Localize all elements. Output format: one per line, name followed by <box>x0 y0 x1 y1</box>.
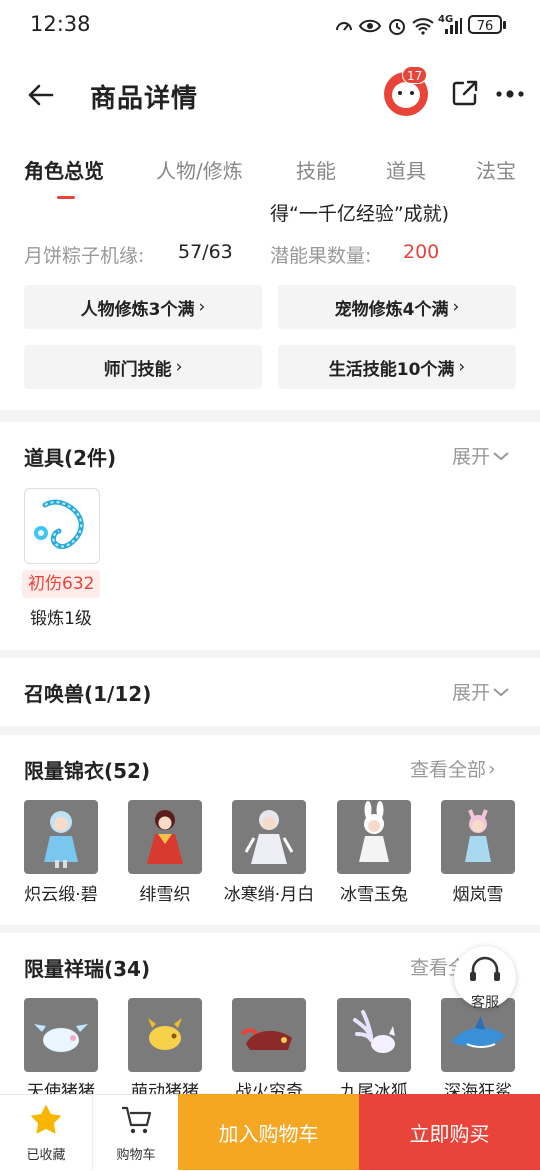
more-icon[interactable] <box>494 84 526 104</box>
items-section-title: 道具(2件) <box>24 446 117 470</box>
avatar-eye <box>410 91 414 95</box>
chevron-right-icon: › <box>452 297 460 317</box>
mooncake-label: 月饼粽子机缘: <box>24 245 145 267</box>
costume-thumbnail[interactable] <box>232 800 306 874</box>
cart-icon <box>122 1106 152 1134</box>
wifi-icon <box>412 16 434 36</box>
back-arrow-icon[interactable] <box>24 78 58 112</box>
share-icon[interactable] <box>450 78 480 108</box>
life-skills-button[interactable]: 生活技能10个满 › <box>278 345 516 389</box>
costume-thumbnail[interactable] <box>441 800 515 874</box>
speed-icon <box>333 16 355 36</box>
items-expand-label: 展开 <box>452 446 491 468</box>
cart-label: 购物车 <box>116 1148 156 1163</box>
costume-thumbnail[interactable] <box>24 800 98 874</box>
chevron-right-icon: › <box>458 357 466 377</box>
chevron-right-icon: › <box>175 357 183 377</box>
mount-thumbnail[interactable] <box>128 998 202 1072</box>
auspicious-section-title: 限量祥瑞(34) <box>24 957 151 981</box>
costume-figure-icon <box>465 809 491 862</box>
costume-label: 冰雪玉兔 <box>340 885 408 905</box>
cart-button[interactable]: 购物车 <box>92 1094 179 1170</box>
character-cultivation-button[interactable]: 人物修炼3个满 › <box>24 285 262 329</box>
tab-active-indicator <box>57 196 75 199</box>
battery-tip <box>503 21 506 29</box>
pet-cultivation-label: 宠物修炼4个满 <box>334 299 449 320</box>
item-label: 锻炼1级 <box>30 609 92 629</box>
costume-label: 烟岚雪 <box>452 885 504 905</box>
mooncake-value: 57/63 <box>178 241 233 263</box>
star-icon <box>31 1105 61 1134</box>
avatar-eye <box>398 91 402 95</box>
chevron-right-icon: › <box>198 297 206 317</box>
summon-section-title: 召唤兽(1/12) <box>24 682 152 706</box>
customer-service-label: 客服 <box>471 995 499 1011</box>
costume-thumbnail[interactable] <box>337 800 411 874</box>
beast-mount-icon <box>240 1028 292 1050</box>
chevron-down-icon <box>493 687 509 696</box>
mount-thumbnail[interactable] <box>337 998 411 1072</box>
mount-thumbnail[interactable] <box>24 998 98 1072</box>
summon-expand-label: 展开 <box>452 682 491 704</box>
add-to-cart-label: 加入购物车 <box>218 1121 319 1146</box>
pet-cultivation-button[interactable]: 宠物修炼4个满 › <box>278 285 516 329</box>
page-title: 商品详情 <box>90 84 199 114</box>
item-damage-badge: 初伤632 <box>22 570 101 598</box>
achievement-text: 得“一千亿经验”成就) <box>270 203 450 225</box>
summon-expand-button[interactable]: 展开 <box>452 678 510 705</box>
costume-label: 炽云缎·碧 <box>24 885 98 905</box>
costume-label: 绯雪织 <box>139 885 191 905</box>
tab-character-cultivation[interactable]: 人物/修炼 <box>156 155 243 184</box>
potential-label: 潜能果数量: <box>270 245 372 267</box>
potential-value: 200 <box>403 241 440 263</box>
chevron-down-icon <box>493 451 509 460</box>
tab-items[interactable]: 道具 <box>386 155 426 184</box>
avatar-face <box>392 82 420 108</box>
costume-figure-icon <box>359 801 389 862</box>
mount-thumbnail[interactable] <box>232 998 306 1072</box>
favorite-button[interactable]: 已收藏 <box>0 1094 92 1170</box>
costume-view-all-button[interactable]: 查看全部 › <box>410 755 496 782</box>
school-skills-button[interactable]: 师门技能 › <box>24 345 262 389</box>
life-skills-label: 生活技能10个满 <box>328 359 455 380</box>
costume-label: 冰寒绡·月白 <box>223 885 315 905</box>
item-thumbnail[interactable] <box>24 488 100 564</box>
tab-overview[interactable]: 角色总览 <box>24 155 104 184</box>
fox-mount-icon <box>353 1010 395 1053</box>
notification-badge: 17 <box>402 66 428 84</box>
signal-icon <box>442 16 464 36</box>
character-cultivation-label: 人物修炼3个满 <box>80 299 195 320</box>
battery-indicator: 76 <box>468 15 502 34</box>
costume-figure-icon <box>244 810 294 864</box>
costume-figure-icon <box>44 811 78 868</box>
status-time: 12:38 <box>30 12 91 36</box>
pig-mount-icon <box>34 1024 88 1052</box>
chevron-right-icon: › <box>488 757 496 780</box>
add-to-cart-button[interactable]: 加入购物车 <box>178 1094 359 1170</box>
costume-section-title: 限量锦衣(52) <box>24 759 151 783</box>
tab-treasures[interactable]: 法宝 <box>476 155 516 184</box>
chain-whip-icon <box>34 499 84 550</box>
costume-view-all-label: 查看全部 <box>410 759 487 781</box>
buy-now-button[interactable]: 立即购买 <box>359 1094 540 1170</box>
buy-now-label: 立即购买 <box>409 1121 490 1146</box>
costume-thumbnail[interactable] <box>128 800 202 874</box>
alarm-icon <box>386 16 408 36</box>
items-expand-button[interactable]: 展开 <box>452 442 510 469</box>
tab-skills[interactable]: 技能 <box>296 155 336 184</box>
pig-mount-icon <box>148 1018 182 1050</box>
costume-figure-icon <box>147 810 183 864</box>
favorite-label: 已收藏 <box>26 1148 66 1163</box>
eye-icon <box>359 16 381 36</box>
headset-icon <box>470 956 500 981</box>
school-skills-label: 师门技能 <box>103 359 172 380</box>
